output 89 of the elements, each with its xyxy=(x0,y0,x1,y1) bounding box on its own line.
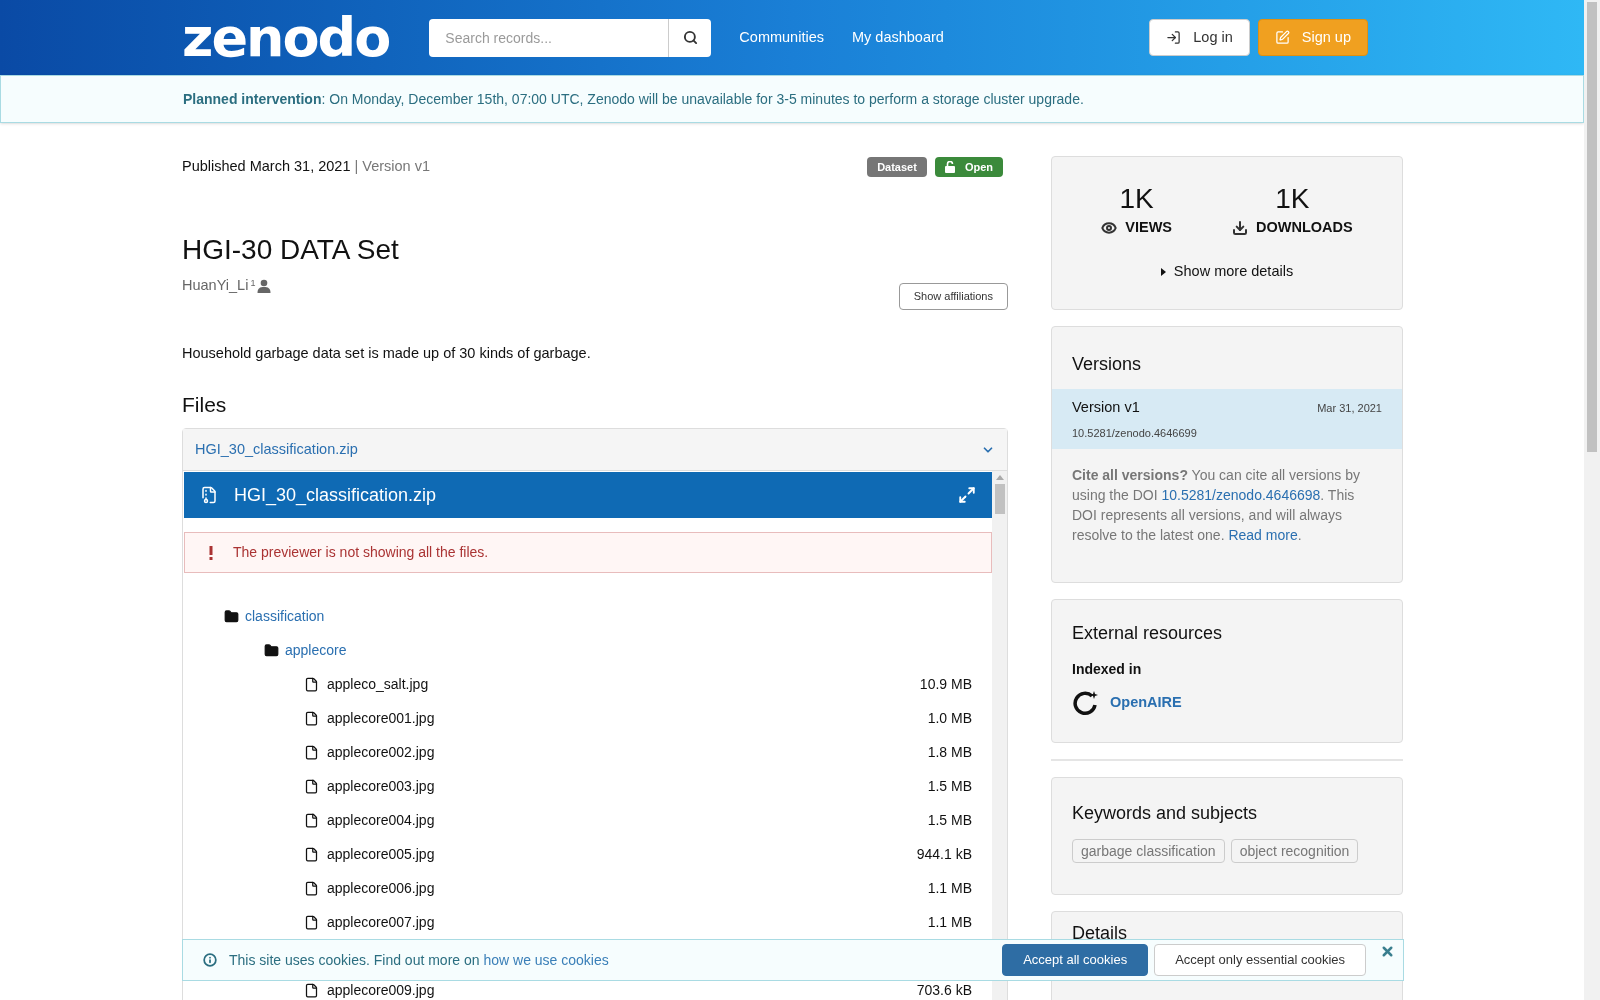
access-badge: Open xyxy=(934,157,1003,177)
file-size: 1.0 MB xyxy=(927,708,972,728)
stat-value: 1K xyxy=(1275,185,1310,213)
cite-text: Cite all versions? You can cite all versions by using the DOI 10.5281/zenodo.4646698. This DOI represents all versions, and will always resolve to the latest one. Read more. xyxy=(1071,466,1361,545)
stat-value: 1K xyxy=(1119,185,1154,213)
stat-label: VIEWS xyxy=(1125,218,1173,237)
type-badge: Dataset xyxy=(867,157,927,177)
info-icon xyxy=(203,953,217,967)
person-icon xyxy=(257,278,272,293)
file-size: 1.1 MB xyxy=(927,878,972,898)
notice-text: Planned intervention: On Monday, December 15th, 07:00 UTC, Zenodo will be unavailable for 3-5 minutes to perform a storage cluster upgrade. xyxy=(183,89,1084,109)
file-name: applecore007.jpg xyxy=(327,912,435,932)
card-title: External resources xyxy=(1072,622,1224,645)
published-date: Published March 31, 2021 xyxy=(182,157,351,177)
scrollbar[interactable] xyxy=(992,471,1007,1000)
file-size: 1.1 MB xyxy=(927,912,972,932)
file-name: appleco_salt.jpg xyxy=(327,674,429,694)
folder-icon xyxy=(264,642,279,658)
file-icon xyxy=(304,914,319,930)
exclamation-icon xyxy=(209,545,213,560)
stat-label: DOWNLOADS xyxy=(1256,218,1353,237)
accept-all-button[interactable]: Accept all cookies xyxy=(1002,944,1149,976)
record-title: HGI-30 DATA Set xyxy=(182,233,400,267)
zip-file-icon xyxy=(200,486,218,505)
cookie-text: This site uses cookies. Find out more on how we use cookies xyxy=(229,950,609,970)
preview-title: HGI_30_classification.zip xyxy=(234,483,437,508)
file-icon xyxy=(304,710,319,726)
folder-icon xyxy=(224,608,239,624)
fullscreen-icon[interactable] xyxy=(958,486,976,505)
download-icon xyxy=(1232,219,1249,236)
close-icon[interactable] xyxy=(1380,944,1395,959)
refresh-logo-icon xyxy=(1072,690,1098,716)
file-name: applecore004.jpg xyxy=(327,810,435,830)
file-name: applecore002.jpg xyxy=(327,742,435,762)
eye-icon xyxy=(1101,219,1118,236)
file-name: applecore005.jpg xyxy=(327,844,435,864)
file-icon xyxy=(304,676,319,692)
folder-link[interactable]: applecore xyxy=(285,639,347,661)
folder-link[interactable]: classification xyxy=(245,605,325,627)
version-label: | Version v1 xyxy=(354,157,430,177)
warning-text: The previewer is not showing all the files. xyxy=(233,543,489,563)
login-button[interactable]: Log in xyxy=(1149,19,1250,56)
file-name: applecore009.jpg xyxy=(327,980,435,1000)
file-name: applecore006.jpg xyxy=(327,878,435,898)
files-heading: Files xyxy=(182,391,228,418)
search-icon xyxy=(682,30,698,45)
keyword-tag[interactable]: garbage classification xyxy=(1072,839,1225,863)
show-more-details[interactable]: Show more details xyxy=(1160,260,1294,283)
file-link[interactable]: HGI_30_classification.zip xyxy=(195,438,358,461)
file-size: 944.1 kB xyxy=(916,844,972,864)
creator-name[interactable]: HuanYi_Li$^{1}$ xyxy=(182,275,256,297)
file-name: applecore001.jpg xyxy=(327,708,435,728)
search-button[interactable] xyxy=(669,18,712,57)
file-icon xyxy=(304,880,319,896)
page-scrollbar[interactable] xyxy=(1584,0,1600,1000)
caret-icon xyxy=(1160,267,1166,276)
nav-link[interactable]: My dashboard xyxy=(851,26,944,49)
file-size: 703.6 kB xyxy=(916,980,972,1000)
record-description: Household garbage data set is made up of 30 kinds of garbage. xyxy=(182,344,592,363)
file-icon xyxy=(304,982,319,998)
login-icon xyxy=(1166,30,1182,45)
version-date: Mar 31, 2021 xyxy=(1317,400,1382,416)
file-size: 10.9 MB xyxy=(919,674,972,694)
openaire-link[interactable]: OpenAIRE xyxy=(1110,692,1182,714)
cookie-policy-link[interactable]: how we use cookies xyxy=(483,951,609,968)
file-icon xyxy=(304,744,319,760)
version-doi: 10.5281/zenodo.4646699 xyxy=(1072,425,1198,441)
file-icon xyxy=(304,812,319,828)
show-affiliations-button[interactable]: Show affiliations xyxy=(898,283,1008,310)
file-icon xyxy=(304,846,319,862)
card-title: Versions xyxy=(1071,353,1143,376)
version-item[interactable]: Version v1 Mar 31, 2021 10.5281/zenodo.4646699 xyxy=(1052,389,1402,449)
version-name: Version v1 xyxy=(1072,398,1140,417)
file-size: 1.5 MB xyxy=(927,810,972,830)
accept-essential-button[interactable]: Accept only essential cookies xyxy=(1154,944,1366,976)
edit-icon xyxy=(1274,30,1290,45)
file-icon xyxy=(304,778,319,794)
keyword-tag[interactable]: object recognition xyxy=(1230,839,1359,863)
zenodo-logo[interactable]: zenodo xyxy=(182,10,390,65)
search-field[interactable]: Search records... xyxy=(429,18,670,57)
card-title: Details xyxy=(1072,922,1129,945)
file-name: applecore003.jpg xyxy=(327,776,435,796)
card-title: Keywords and subjects xyxy=(1072,802,1259,825)
unlock-icon xyxy=(944,161,955,173)
file-size: 1.8 MB xyxy=(927,742,972,762)
file-size: 1.5 MB xyxy=(927,776,972,796)
indexed-in-label: Indexed in xyxy=(1072,660,1143,679)
read-more-link[interactable]: Read more xyxy=(1228,527,1298,543)
nav-link[interactable]: Communities xyxy=(739,26,824,49)
